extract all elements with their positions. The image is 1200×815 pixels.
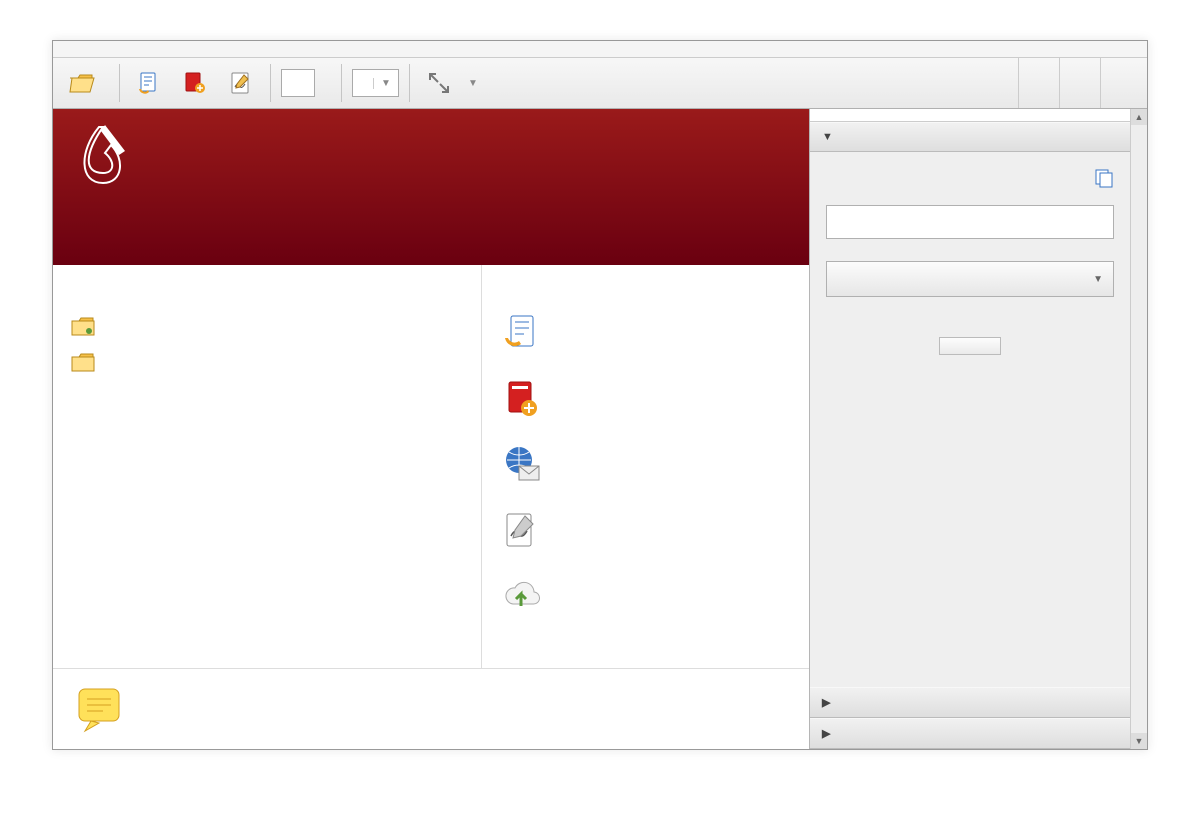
separator — [119, 64, 120, 102]
recent-column — [53, 265, 481, 668]
separator — [270, 64, 271, 102]
export-pdf-header[interactable]: ▼ — [810, 122, 1130, 152]
service-send[interactable] — [496, 431, 795, 497]
tools-panel: ▼ ▼ — [809, 109, 1130, 749]
service-store[interactable] — [496, 563, 795, 629]
service-sign[interactable] — [496, 497, 795, 563]
select-file-input[interactable] — [826, 205, 1114, 239]
adobe-logo-icon — [75, 123, 131, 195]
convert-icon-button[interactable] — [126, 64, 172, 102]
chevron-right-icon: ▶ — [822, 696, 830, 709]
menu-view[interactable] — [107, 45, 131, 53]
menu-window[interactable] — [131, 45, 155, 53]
create-pdf-icon — [500, 377, 542, 419]
chevron-down-icon: ▼ — [373, 78, 398, 89]
service-convert[interactable] — [496, 299, 795, 365]
right-area: ▼ ▼ — [809, 109, 1147, 749]
recent-item-mycomputer[interactable] — [67, 309, 467, 345]
create-pdf-icon — [182, 70, 208, 96]
scroll-down-icon[interactable]: ▼ — [1131, 733, 1147, 749]
app-window: ▼ ▼ — [52, 40, 1148, 750]
chevron-down-icon: ▼ — [1093, 274, 1103, 285]
menu-edit[interactable] — [83, 45, 107, 53]
convert-icon — [500, 311, 542, 353]
menubar — [53, 41, 1147, 58]
comment-link[interactable] — [1100, 58, 1141, 108]
sticky-note-icon — [73, 685, 129, 733]
export-pdf-body: ▼ — [810, 152, 1130, 687]
scrollbar[interactable]: ▲ ▼ — [1130, 109, 1147, 749]
toolbar: ▼ ▼ — [53, 58, 1147, 109]
send-track-icon — [500, 443, 542, 485]
sign-icon-button[interactable] — [218, 64, 264, 102]
fullscreen-icon — [426, 70, 452, 96]
body: ▼ ▼ — [53, 109, 1147, 749]
scroll-up-icon[interactable]: ▲ — [1131, 109, 1147, 125]
export-service-icon — [1094, 168, 1114, 191]
service-create[interactable] — [496, 365, 795, 431]
separator — [341, 64, 342, 102]
zoom-select[interactable]: ▼ — [352, 69, 399, 97]
fill-sign-link[interactable] — [1059, 58, 1100, 108]
create-pdf-icon-button[interactable] — [172, 64, 218, 102]
menu-help[interactable] — [155, 45, 179, 53]
sign-icon — [228, 70, 254, 96]
chevron-down-icon: ▼ — [822, 131, 833, 143]
convert-format-select[interactable]: ▼ — [826, 261, 1114, 297]
right-tool-links — [1018, 58, 1141, 108]
chevron-down-icon[interactable]: ▼ — [468, 78, 478, 89]
convert-button[interactable] — [939, 337, 1001, 355]
tip-bar — [53, 668, 809, 749]
main-columns — [53, 265, 809, 668]
sign-document-icon — [500, 509, 542, 551]
create-pdf-header[interactable]: ▶ — [810, 687, 1130, 718]
cloud-upload-icon — [500, 575, 542, 617]
hero — [53, 109, 809, 265]
folder-open-icon — [69, 70, 95, 96]
services-column — [481, 265, 809, 668]
open-button[interactable] — [59, 64, 113, 102]
chevron-right-icon: ▶ — [822, 727, 830, 740]
folder-icon — [71, 353, 95, 373]
convert-icon — [136, 70, 162, 96]
welcome-area — [53, 109, 809, 749]
separator — [409, 64, 410, 102]
recent-item-acrobat[interactable] — [67, 345, 467, 381]
send-files-header[interactable]: ▶ — [810, 718, 1130, 749]
tools-link[interactable] — [1018, 58, 1059, 108]
fullscreen-button[interactable] — [416, 64, 462, 102]
folder-icon — [71, 317, 95, 337]
sign-in-link[interactable] — [810, 109, 1130, 122]
menu-file[interactable] — [59, 45, 83, 53]
page-current-input[interactable] — [281, 69, 315, 97]
